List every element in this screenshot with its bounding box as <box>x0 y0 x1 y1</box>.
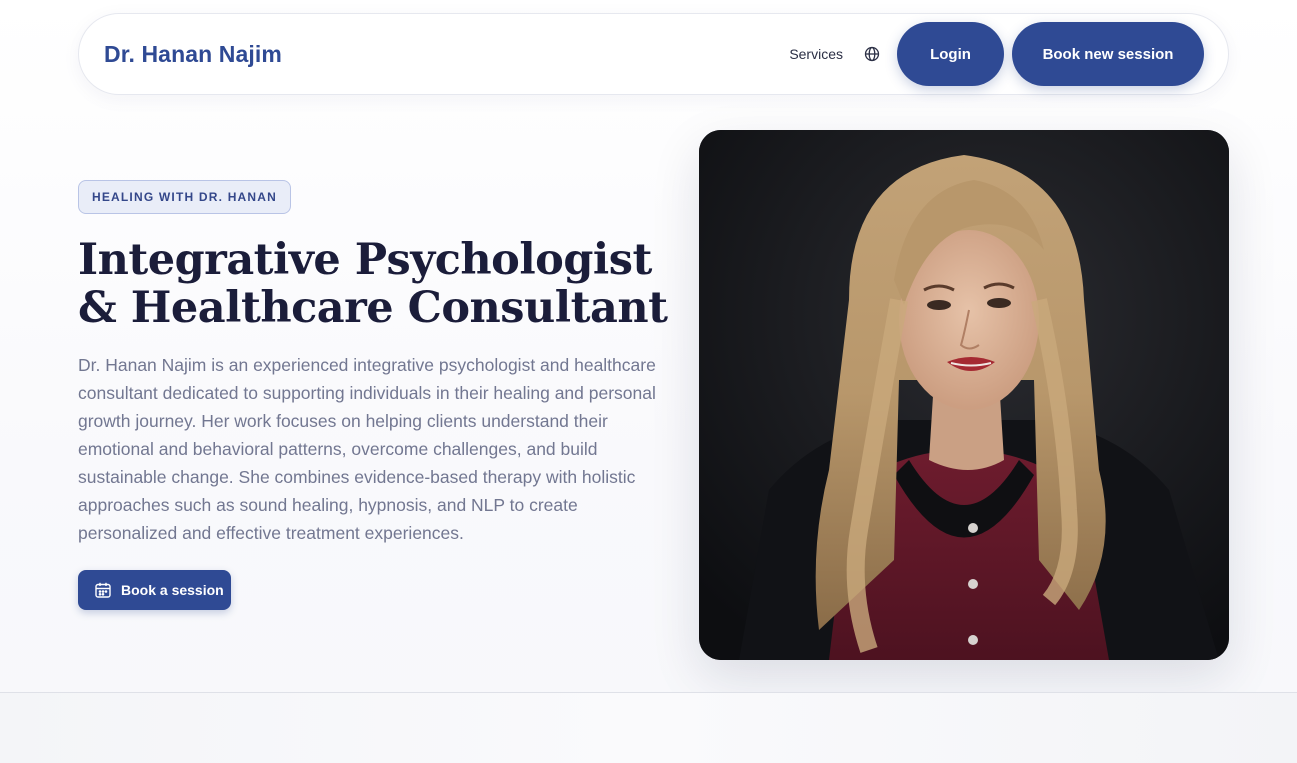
headline-line-1: Integrative Psychologist <box>78 235 652 285</box>
brand-logo-text[interactable]: Dr. Hanan Najim <box>104 41 282 68</box>
nav-actions: Services Login Book new session <box>789 22 1204 86</box>
hero-headline: Integrative Psychologist & Healthcare Co… <box>78 236 688 332</box>
top-navbar: Dr. Hanan Najim Services Login Book new … <box>78 13 1229 95</box>
nav-link-services[interactable]: Services <box>789 46 843 62</box>
book-new-session-button[interactable]: Book new session <box>1012 22 1204 86</box>
next-section-background <box>0 693 1297 763</box>
book-session-button[interactable]: Book a session <box>78 570 231 610</box>
login-button[interactable]: Login <box>897 22 1004 86</box>
book-session-label: Book a session <box>121 582 224 598</box>
hero-badge: HEALING WITH DR. HANAN <box>78 180 291 214</box>
hero-intro-paragraph: Dr. Hanan Najim is an experienced integr… <box>78 355 656 543</box>
calendar-icon <box>94 581 112 599</box>
doctor-portrait-photo <box>699 130 1229 660</box>
headline-line-2: & Healthcare Consultant <box>78 283 668 333</box>
globe-icon[interactable] <box>863 45 881 63</box>
page: Dr. Hanan Najim Services Login Book new … <box>0 0 1297 763</box>
